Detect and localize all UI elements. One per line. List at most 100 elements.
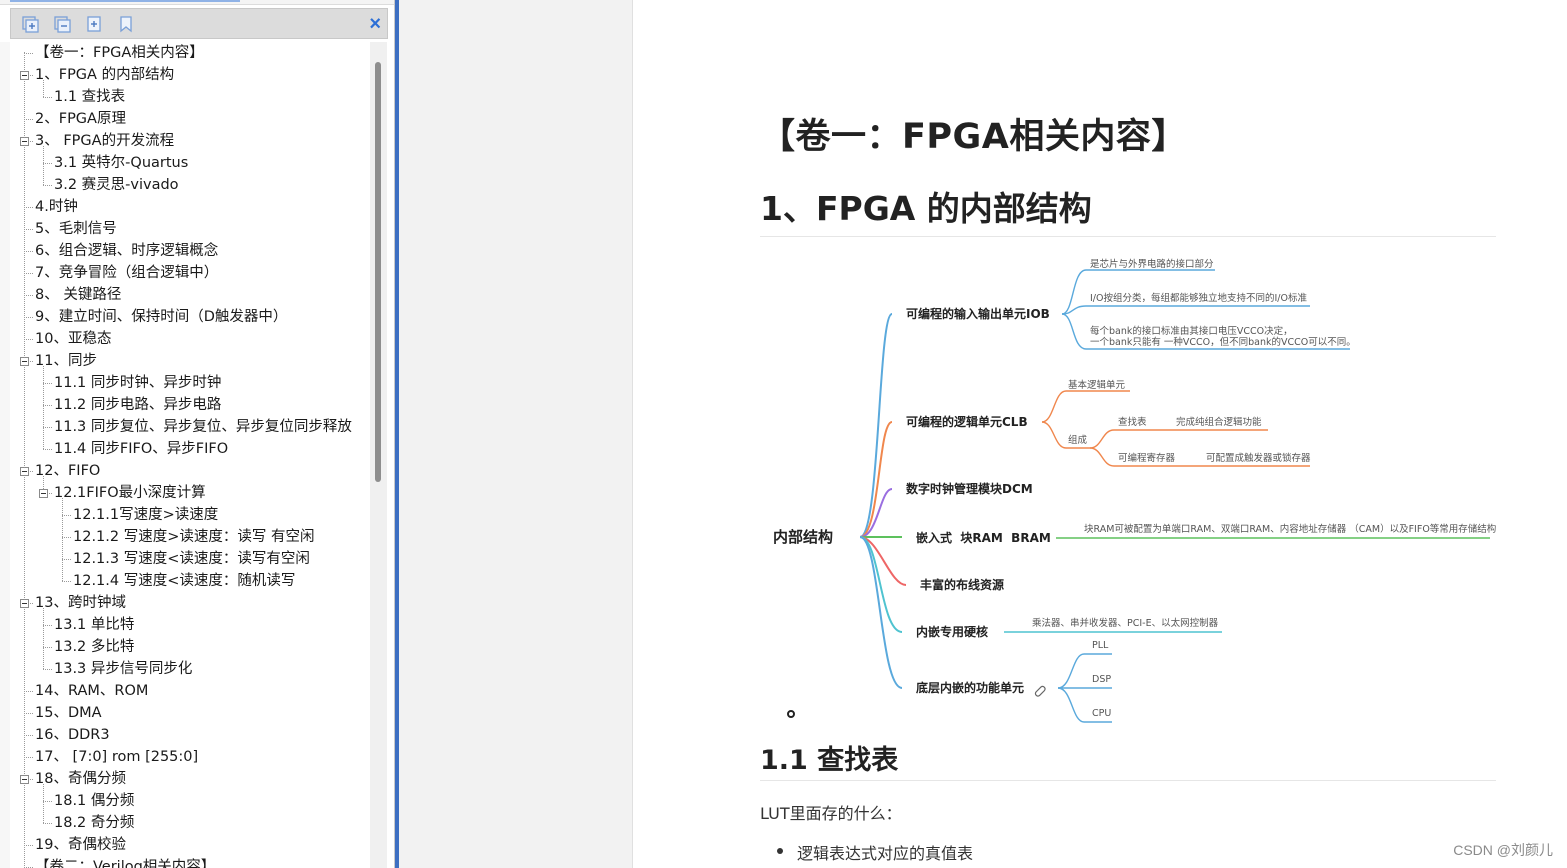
bookmark-item[interactable]: 11.1 同步时钟、异步时钟 [54, 372, 221, 394]
bookmark-item[interactable]: 13.1 单比特 [54, 614, 134, 636]
bookmark-item[interactable]: 19、奇偶校验 [35, 834, 126, 856]
tree-connector [43, 427, 52, 428]
bookmark-item[interactable]: 12.1.4 写速度<读速度：随机读写 [73, 570, 295, 592]
lowlevel-cpu: CPU [1092, 708, 1111, 719]
tree-connector [24, 845, 33, 846]
bookmark-scrollbar[interactable] [370, 42, 387, 868]
bookmark-item[interactable]: 12、FIFO [35, 460, 100, 482]
close-icon[interactable]: × [369, 12, 381, 36]
bookmark-item[interactable]: 【卷一：FPGA相关内容】 [35, 42, 204, 64]
collapse-toggle-icon[interactable] [20, 775, 29, 784]
bookmark-label: 8、 关键路径 [35, 287, 122, 303]
bookmark-item[interactable]: 3、 FPGA的开发流程 [35, 130, 174, 152]
add-bookmark-icon[interactable] [85, 15, 103, 33]
tree-connector [24, 53, 33, 54]
panel-top-edge [0, 0, 394, 5]
bookmark-item[interactable]: 5、毛刺信号 [35, 218, 117, 240]
bookmark-label: 18.2 奇分频 [54, 815, 135, 831]
bookmark-item[interactable]: 10、亚稳态 [35, 328, 111, 350]
clb-basic: 基本逻辑单元 [1068, 379, 1126, 391]
bookmark-label: 12.1.4 写速度<读速度：随机读写 [73, 573, 296, 589]
panel-top-accent [10, 0, 240, 2]
tree-connector [43, 823, 52, 824]
bookmark-item[interactable]: 18.2 奇分频 [54, 812, 134, 834]
bookmark-label: 11.4 同步FIFO、异步FIFO [54, 441, 229, 457]
bookmark-item[interactable]: 7、竞争冒险（组合逻辑中） [35, 262, 218, 284]
lowlevel-pll: PLL [1092, 640, 1109, 651]
bookmark-label: 9、建立时间、保持时间（D触发器中） [35, 309, 288, 325]
tree-connector [62, 515, 71, 516]
bookmark-item[interactable]: 12.1FIFO最小深度计算 [54, 482, 206, 504]
bookmark-label: 10、亚稳态 [35, 331, 112, 347]
bookmark-label: 12.1.3 写速度<读速度：读写有空闲 [73, 551, 310, 567]
tree-connector [24, 691, 33, 692]
bookmark-label: 14、RAM、ROM [35, 683, 149, 699]
stray-circle-mark [787, 710, 795, 718]
iob-link-1 [1061, 269, 1215, 315]
tree-connector [24, 735, 33, 736]
collapse-toggle-icon[interactable] [20, 467, 29, 476]
bookmark-label: 15、DMA [35, 705, 102, 721]
bookmark-item[interactable]: 11.4 同步FIFO、异步FIFO [54, 438, 228, 460]
bookmark-item[interactable]: 6、组合逻辑、时序逻辑概念 [35, 240, 218, 262]
bookmark-item[interactable]: 2、FPGA原理 [35, 108, 126, 130]
bookmark-icon[interactable] [117, 15, 135, 33]
iob-note-2: I/O按组分类，每组都能够独立地支持不同的I/O标准 [1090, 292, 1307, 304]
bookmark-item[interactable]: 4.时钟 [35, 196, 78, 218]
bookmark-item[interactable]: 14、RAM、ROM [35, 680, 148, 702]
bookmark-item[interactable]: 11.3 同步复位、异步复位、异步复位同步释放 [54, 416, 352, 438]
bookmark-item[interactable]: 17、 [7:0] rom [255:0] [35, 746, 198, 768]
tree-guide-line [43, 608, 44, 669]
bookmark-label: 13.1 单比特 [54, 617, 135, 633]
bookmark-item[interactable]: 18、奇偶分频 [35, 768, 126, 790]
iob-note-3a: 每个bank的接口标准由其接口电压VCCO决定， [1090, 325, 1293, 337]
collapse-all-icon[interactable] [53, 15, 71, 33]
bookmark-item[interactable]: 12.1.2 写速度>读速度：读写 有空闲 [73, 526, 315, 548]
bookmark-label: 3.1 英特尔-Quartus [54, 155, 189, 171]
iob-note-1: 是芯片与外界电路的接口部分 [1090, 258, 1214, 270]
bookmark-item[interactable]: 9、建立时间、保持时间（D触发器中） [35, 306, 287, 328]
clb-lut: 查找表 [1118, 416, 1147, 428]
collapse-toggle-icon[interactable] [20, 137, 29, 146]
bookmark-item[interactable]: 1.1 查找表 [54, 86, 125, 108]
section-heading: 1、FPGA 的内部结构 [760, 189, 1092, 228]
tree-connector [62, 559, 71, 560]
collapse-toggle-icon[interactable] [20, 357, 29, 366]
bookmark-item[interactable]: 11、同步 [35, 350, 97, 372]
bookmark-label: 3、 FPGA的开发流程 [35, 133, 175, 149]
bookmark-label: 1、FPGA 的内部结构 [35, 67, 175, 83]
hardcore-note: 乘法器、串并收发器、PCI-E、以太网控制器 [1032, 617, 1219, 629]
bookmark-item[interactable]: 【卷二：Verilog相关内容】 [35, 856, 215, 868]
bookmark-item[interactable]: 16、DDR3 [35, 724, 110, 746]
expand-all-icon[interactable] [21, 15, 39, 33]
subheading-divider [760, 780, 1496, 781]
bookmark-item[interactable]: 3.1 英特尔-Quartus [54, 152, 188, 174]
tree-connector [24, 713, 33, 714]
subsection-heading: 1.1 查找表 [760, 745, 899, 776]
bookmark-label: 3.2 赛灵思-vivado [54, 177, 179, 193]
bookmark-label: 17、 [7:0] rom [255:0] [35, 749, 199, 765]
bookmark-item[interactable]: 18.1 偶分频 [54, 790, 134, 812]
scrollbar-thumb[interactable] [375, 62, 381, 482]
collapse-toggle-icon[interactable] [20, 599, 29, 608]
bookmark-item[interactable]: 15、DMA [35, 702, 102, 724]
collapse-toggle-icon[interactable] [20, 71, 29, 80]
document-title: 【卷一：FPGA相关内容】 [760, 117, 1187, 157]
bookmark-item[interactable]: 13.2 多比特 [54, 636, 134, 658]
bookmark-label: 11.3 同步复位、异步复位、异步复位同步释放 [54, 419, 352, 435]
bookmark-item[interactable]: 12.1.1写速度>读速度 [73, 504, 218, 526]
bookmark-item[interactable]: 3.2 赛灵思-vivado [54, 174, 179, 196]
bookmark-item[interactable]: 13、跨时钟域 [35, 592, 126, 614]
bookmark-item[interactable]: 8、 关键路径 [35, 284, 121, 306]
collapse-toggle-icon[interactable] [39, 489, 48, 498]
bookmark-item[interactable]: 13.3 异步信号同步化 [54, 658, 192, 680]
tree-connector [43, 97, 52, 98]
bookmark-item[interactable]: 11.2 同步电路、异步电路 [54, 394, 221, 416]
bookmark-item[interactable]: 12.1.3 写速度<读速度：读写有空闲 [73, 548, 310, 570]
tree-connector [24, 273, 33, 274]
node-lowlevel: 底层内嵌的功能单元 [916, 680, 1024, 695]
bookmark-item[interactable]: 1、FPGA 的内部结构 [35, 64, 174, 86]
bram-note: 块RAM可被配置为单端口RAM、双端口RAM、内容地址存储器 （CAM）以及FI… [1084, 523, 1496, 535]
bookmark-label: 【卷一：FPGA相关内容】 [35, 45, 204, 61]
tree-connector [24, 251, 33, 252]
